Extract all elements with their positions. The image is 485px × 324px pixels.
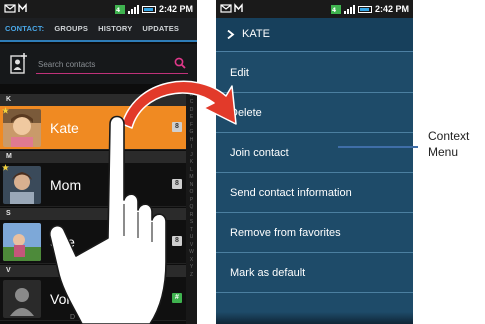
network-icon: 4 [114, 4, 125, 14]
search-icon[interactable] [174, 57, 186, 69]
status-bar: 4 2:42 PM [216, 0, 413, 18]
menu-item-edit[interactable]: Edit [216, 53, 413, 93]
search-row [0, 44, 197, 84]
alphabet-index-scroller[interactable]: ABCDEFGHIJKLMNOPQRSTUVWXYZ [186, 84, 197, 324]
contact-row-she[interactable]: She 8 [0, 220, 186, 264]
notification-icons [220, 3, 243, 13]
context-menu-header: KATE [216, 18, 413, 52]
contacts-tab-bar: CONTACT: GROUPS HISTORY UPDATES [0, 18, 197, 42]
callout-label-line1: Context [428, 129, 470, 143]
svg-text:4: 4 [116, 7, 120, 14]
chevron-right-icon [227, 30, 235, 39]
contact-name: Mom [50, 177, 82, 193]
signal-icon [127, 4, 139, 14]
menu-item-delete[interactable]: Delete [216, 93, 413, 133]
status-time: 2:42 PM [158, 4, 193, 14]
notification-icons [4, 3, 27, 13]
bottom-partial-text: D [70, 314, 76, 321]
avatar [3, 166, 41, 204]
battery-icon [141, 5, 156, 13]
callout-label: Context Menu [428, 128, 469, 160]
add-contact-icon[interactable] [10, 52, 28, 76]
search-input[interactable] [36, 56, 188, 74]
contact-name: She [50, 234, 75, 250]
contact-row-voi[interactable]: Voi # [0, 277, 186, 321]
tab-history[interactable]: HISTORY [93, 17, 137, 41]
status-time: 2:42 PM [374, 4, 409, 14]
tab-groups[interactable]: GROUPS [49, 17, 93, 41]
callout-line [338, 146, 418, 148]
menu-scroll-fade [216, 312, 413, 324]
status-bar: 4 2:42 PM [0, 0, 197, 18]
menu-item-join-contact[interactable]: Join contact [216, 133, 413, 173]
context-menu-title: KATE [242, 28, 270, 40]
contact-row-mom[interactable]: Mom 8 [0, 163, 186, 207]
section-header-v: V [0, 265, 186, 277]
contact-type-icon: # [172, 293, 182, 303]
avatar [3, 109, 41, 147]
contact-type-icon: 8 [172, 179, 182, 189]
avatar [3, 280, 41, 318]
tab-updates[interactable]: UPDATES [137, 17, 184, 41]
contact-row-kate[interactable]: Kate 8 [0, 106, 186, 150]
right-phone-screen: 4 2:42 PM KATE Edit Delete Join contact … [216, 0, 413, 324]
section-header-s: S [0, 208, 186, 220]
signal-icon [343, 4, 355, 14]
favorite-star-icon [2, 164, 9, 171]
callout-label-line2: Menu [428, 145, 459, 159]
svg-text:4: 4 [332, 7, 336, 14]
contact-name: Voi [50, 291, 70, 307]
contact-type-icon: 8 [172, 236, 182, 246]
section-header-m: M [0, 151, 186, 163]
battery-icon [357, 5, 372, 13]
contact-name: Kate [50, 120, 79, 136]
favorite-star-icon [2, 107, 9, 114]
contact-type-icon: 8 [172, 122, 182, 132]
menu-item-send-contact-information[interactable]: Send contact information [216, 173, 413, 213]
left-phone-screen: 4 2:42 PM CONTACT: GROUPS HISTORY UPDATE… [0, 0, 197, 324]
menu-item-remove-from-favorites[interactable]: Remove from favorites [216, 213, 413, 253]
menu-item-mark-as-default[interactable]: Mark as default [216, 253, 413, 293]
section-header-k: K [0, 94, 186, 106]
avatar [3, 223, 41, 261]
tab-contacts[interactable]: CONTACT: [0, 17, 49, 41]
network-icon: 4 [330, 4, 341, 14]
